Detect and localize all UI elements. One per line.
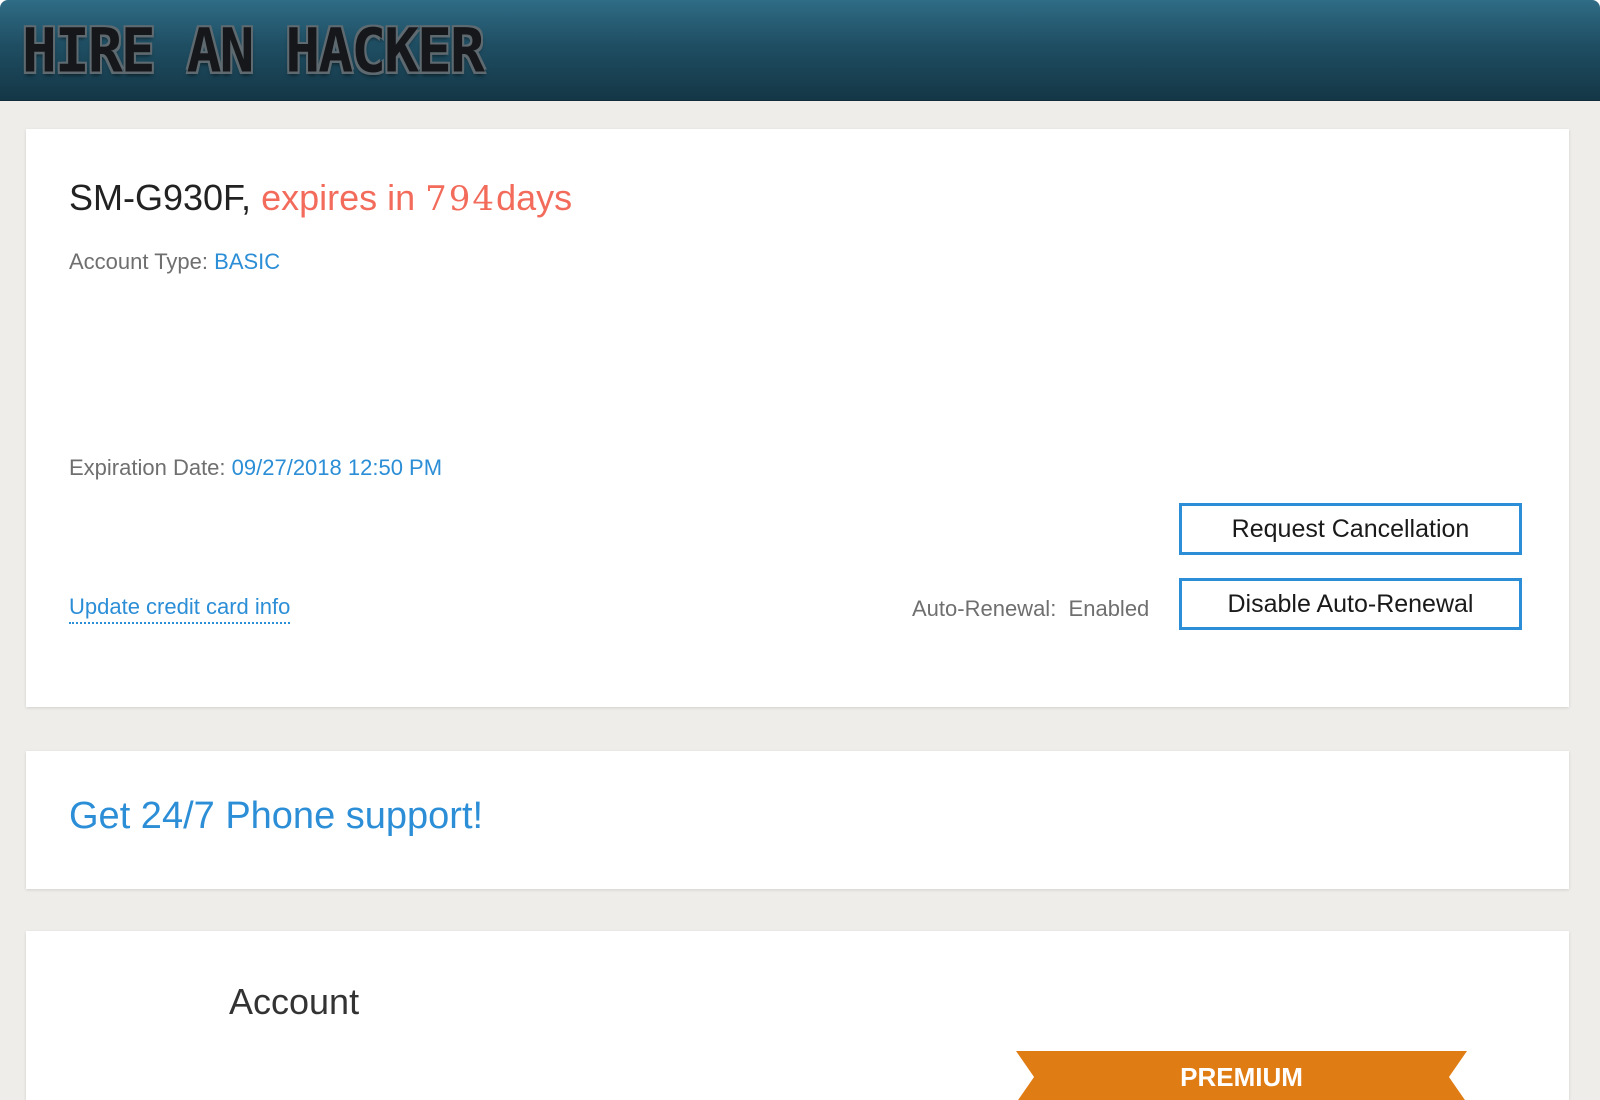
expiration-date-line: Expiration Date: 09/27/2018 12:50 PM xyxy=(69,455,442,481)
expiration-date-value: 09/27/2018 12:50 PM xyxy=(231,455,443,480)
request-cancellation-button[interactable]: Request Cancellation xyxy=(1179,503,1522,555)
device-subscription-card: SM-G930F, expires in 794days Account Typ… xyxy=(26,129,1569,707)
expiration-date-label: Expiration Date: xyxy=(69,455,226,480)
expires-prefix: expires in xyxy=(261,177,416,218)
auto-renewal-value: Enabled xyxy=(1068,596,1150,621)
device-title: SM-G930F, expires in 794days xyxy=(69,177,572,219)
site-logo[interactable]: HIRE AN HACKER xyxy=(22,14,485,88)
app-window: HIRE AN HACKER SM-G930F, expires in 794d… xyxy=(0,0,1600,1100)
premium-ribbon: PREMIUM xyxy=(1016,1051,1467,1100)
account-type-label: Account Type: xyxy=(69,249,209,274)
update-credit-card-link[interactable]: Update credit card info xyxy=(69,594,291,624)
auto-renewal-label: Auto-Renewal: xyxy=(912,596,1057,621)
disable-auto-renewal-button[interactable]: Disable Auto-Renewal xyxy=(1179,578,1522,630)
auto-renewal-status: Auto-Renewal: Enabled xyxy=(912,596,1149,622)
account-title: Account xyxy=(229,981,360,1022)
device-name: SM-G930F, xyxy=(69,177,252,218)
phone-support-card: Get 24/7 Phone support! xyxy=(26,751,1569,889)
account-type-value: BASIC xyxy=(214,249,281,274)
days-remaining: 794 xyxy=(425,179,497,219)
account-card: Account PREMIUM xyxy=(26,931,1569,1100)
account-type-line: Account Type: BASIC xyxy=(69,249,280,275)
days-suffix: days xyxy=(496,177,573,218)
site-header: HIRE AN HACKER xyxy=(0,0,1600,101)
phone-support-title[interactable]: Get 24/7 Phone support! xyxy=(69,795,483,838)
